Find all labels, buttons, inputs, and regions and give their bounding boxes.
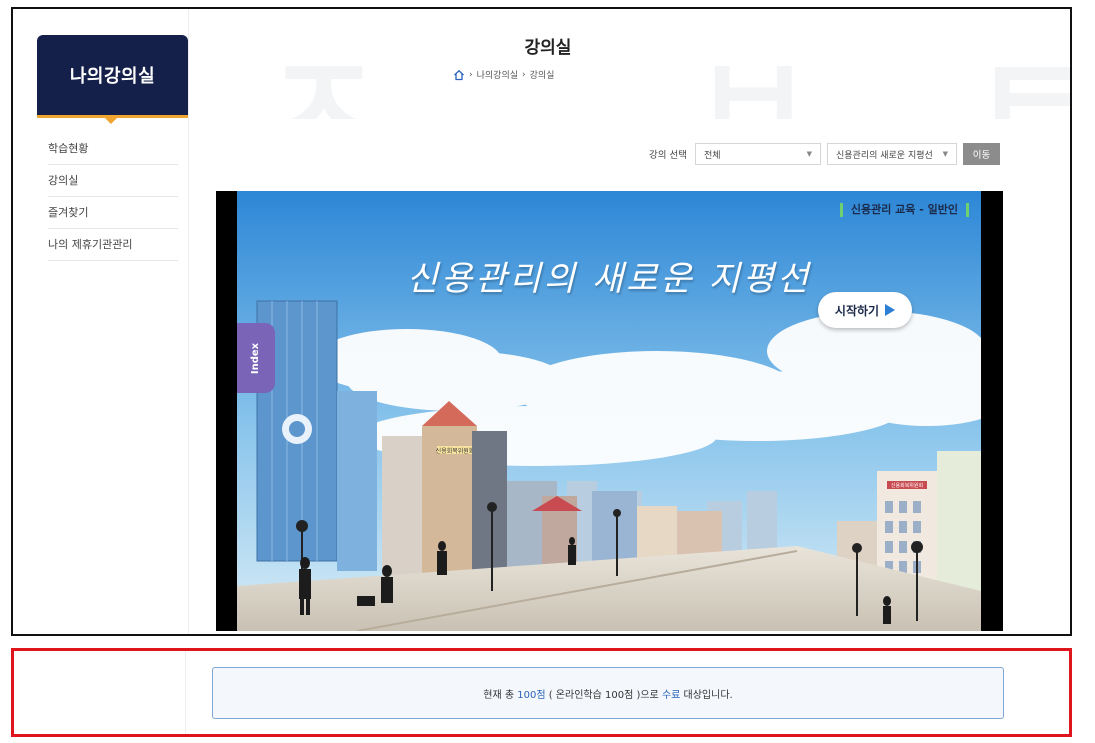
sidebar-menu: 학습현황 강의실 즐겨찾기 나의 제휴기관관리 [37,133,188,261]
index-tab-label: Index [250,342,262,374]
category-select[interactable]: 전체 ▼ [694,143,821,165]
video-player[interactable]: 신용회복위원회 신용회복위원회 신용관리 교육 - 일반인 신용관리의 새로운 … [216,191,1003,631]
breadcrumb-item[interactable]: 나의강의실 [477,68,518,81]
completion-notice: 현재 총 100점 ( 온라인학습 100점 )으로 수료 대상입니다. [212,667,1004,719]
breadcrumb: › 나의강의실 › 강의실 [453,68,554,81]
notice-suffix: 대상입니다. [683,689,733,701]
index-tab[interactable]: Index [237,323,275,393]
notice-frame: 현재 총 100점 ( 온라인학습 100점 )으로 수료 대상입니다. [11,648,1072,737]
filter-label: 강의 선택 [649,150,687,161]
course-filter: 강의 선택 전체 ▼ 신용관리의 새로운 지평선 ▼ 이동 [649,143,1000,165]
course-select-value: 신용관리의 새로운 지평선 [835,150,933,161]
building-sign: 신용회복위원회 [891,482,923,489]
sidebar-item-affiliates[interactable]: 나의 제휴기관관리 [48,229,178,261]
start-button-label: 시작하기 [834,303,880,318]
sidebar-item-learning-status[interactable]: 학습현황 [48,133,178,165]
category-select-value: 전체 [703,150,721,161]
sidebar: 나의강의실 학습현황 강의실 즐겨찾기 나의 제휴기관관리 [37,9,189,634]
building-sign: 신용회복위원회 [436,447,475,455]
notice-prefix: 현재 총 [483,689,515,701]
sidebar-header-arrow-icon [105,118,117,124]
play-icon [885,304,896,316]
sidebar-item-classroom[interactable]: 강의실 [48,165,178,197]
chevron-down-icon: ▼ [806,150,812,158]
sidebar-title: 나의강의실 [69,66,156,87]
start-button[interactable]: 시작하기 [818,292,912,328]
course-tag: 신용관리 교육 - 일반인 [839,203,969,217]
sidebar-item-favorites[interactable]: 즐겨찾기 [48,197,178,229]
sidebar-continuation [38,651,186,734]
video-scene: 신용회복위원회 신용회복위원회 신용관리 교육 - 일반인 신용관리의 새로운 … [237,191,981,631]
notice-mid: ( 온라인학습 100점 )으로 [548,689,659,701]
course-select[interactable]: 신용관리의 새로운 지평선 ▼ [826,143,957,165]
breadcrumb-item[interactable]: 강의실 [530,68,555,81]
go-button[interactable]: 이동 [962,143,1000,165]
notice-status: 수료 [661,689,681,701]
breadcrumb-separator: › [469,69,473,80]
chevron-down-icon: ▼ [942,150,948,158]
page-title: 강의실 [524,38,572,58]
breadcrumb-separator: › [522,69,526,80]
main-frame: ㅈ ㅂ ㅌ 나의강의실 학습현황 강의실 즐겨찾기 나의 제휴기관관리 강의실 … [11,7,1072,636]
notice-total: 100점 [517,689,546,701]
home-icon[interactable] [453,69,465,81]
sidebar-header: 나의강의실 [37,35,188,124]
